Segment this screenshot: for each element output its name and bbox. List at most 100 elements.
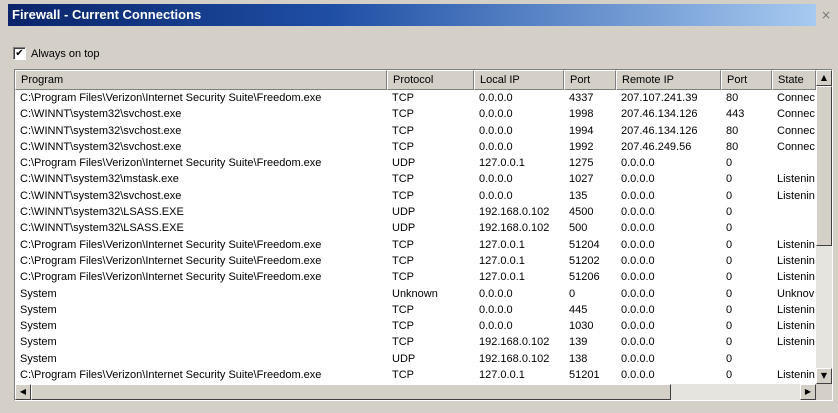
- cell-state: [772, 204, 816, 220]
- cell-protocol: TCP: [392, 238, 414, 251]
- table-row[interactable]: System Unknown 0.0.0.0 0 0.0.0.0 0 Unknov: [15, 286, 816, 302]
- cell-local-ip: 192.168.0.102: [479, 206, 550, 219]
- cell-local-port: 1998: [569, 108, 594, 121]
- table-row[interactable]: System TCP 192.168.0.102 139 0.0.0.0 0 Listeni…: [15, 334, 816, 350]
- column-header-local-port[interactable]: Port: [564, 70, 616, 90]
- table-row[interactable]: C:\WINNT\system32\LSASS.EXE UDP 192.168.0.…: [15, 204, 816, 220]
- cell-remote-ip: 0.0.0.0: [621, 287, 655, 300]
- table-row[interactable]: C:\Program Files\Verizon\Internet Securi…: [15, 155, 816, 171]
- cell-remote-ip: 207.46.134.126: [621, 108, 698, 121]
- cell-remote-port: 0: [726, 254, 733, 267]
- table-row[interactable]: C:\WINNT\system32\svchost.exe TCP 0.0.0.0 1…: [15, 188, 816, 204]
- connections-list[interactable]: Program Protocol Local IP Port Remote IP…: [14, 69, 833, 401]
- cell-protocol: TCP: [392, 369, 414, 382]
- column-header-local-ip[interactable]: Local IP: [474, 70, 564, 90]
- vertical-scrollbar[interactable]: ▲ ▼: [816, 70, 832, 384]
- cell-protocol: TCP: [392, 140, 414, 153]
- cell-program: C:\WINNT\system32\svchost.exe: [20, 108, 182, 121]
- table-row[interactable]: C:\Program Files\Verizon\Internet Securi…: [15, 237, 816, 253]
- column-header-state[interactable]: State: [772, 70, 816, 90]
- close-icon[interactable]: ×: [820, 9, 832, 21]
- cell-protocol: TCP: [392, 254, 414, 267]
- cell-protocol: TCP: [392, 271, 414, 284]
- scroll-down-icon[interactable]: ▼: [816, 368, 832, 384]
- cell-remote-port: 0: [726, 271, 733, 284]
- firewall-window: Firewall - Current Connections × ✔ Alway…: [0, 0, 838, 413]
- table-row[interactable]: C:\WINNT\system32\LSASS.EXE UDP 192.168.0.…: [15, 220, 816, 236]
- cell-local-ip: 0.0.0.0: [479, 124, 513, 137]
- cell-local-ip: 127.0.0.1: [479, 254, 525, 267]
- cell-program: C:\Program Files\Verizon\Internet Securi…: [20, 157, 322, 170]
- cell-local-ip: 0.0.0.0: [479, 173, 513, 186]
- cell-remote-ip: 0.0.0.0: [621, 352, 655, 365]
- cell-program: C:\WINNT\system32\LSASS.EXE: [20, 206, 184, 219]
- cell-state: Connec: [777, 124, 815, 137]
- cell-remote-ip: 0.0.0.0: [621, 189, 655, 202]
- cell-local-port: 1030: [569, 320, 594, 333]
- table-row[interactable]: System TCP 0.0.0.0 445 0.0.0.0 0 Listenin: [15, 302, 816, 318]
- window-title: Firewall - Current Connections: [12, 7, 202, 22]
- column-header-program[interactable]: Program: [15, 70, 387, 90]
- cell-local-ip: 192.168.0.102: [479, 352, 550, 365]
- cell-local-ip: 127.0.0.1: [479, 238, 525, 251]
- table-row[interactable]: C:\Program Files\Verizon\Internet Securi…: [15, 269, 816, 285]
- cell-state: Listenin: [777, 303, 815, 316]
- cell-protocol: TCP: [392, 108, 414, 121]
- cell-remote-port: 0: [726, 206, 733, 219]
- table-row[interactable]: System UDP 192.168.0.102 138 0.0.0.0 0: [15, 351, 816, 367]
- cell-state: Listenin: [777, 271, 815, 284]
- table-row[interactable]: C:\WINNT\system32\svchost.exe TCP 0.0.0.0 1…: [15, 123, 816, 139]
- table-row[interactable]: System TCP 0.0.0.0 1030 0.0.0.0 0 Listenin: [15, 318, 816, 334]
- cell-program: System: [20, 287, 57, 300]
- cell-remote-ip: 0.0.0.0: [621, 173, 655, 186]
- column-header-remote-ip[interactable]: Remote IP: [616, 70, 721, 90]
- horizontal-scroll-thumb[interactable]: [31, 384, 671, 400]
- connection-rows: C:\Program Files\Verizon\Internet Securi…: [15, 90, 816, 385]
- always-on-top-checkbox[interactable]: ✔ Always on top: [13, 47, 99, 60]
- table-row[interactable]: C:\Program Files\Verizon\Internet Securi…: [15, 367, 816, 383]
- cell-remote-port: 0: [726, 238, 733, 251]
- cell-local-port: 1994: [569, 124, 594, 137]
- cell-program: C:\Program Files\Verizon\Internet Securi…: [20, 92, 322, 104]
- scroll-right-icon[interactable]: ▶: [800, 384, 816, 400]
- cell-protocol: TCP: [392, 173, 414, 186]
- table-row[interactable]: C:\WINNT\system32\svchost.exe TCP 0.0.0.0 1…: [15, 106, 816, 122]
- cell-remote-ip: 207.46.134.126: [621, 124, 698, 137]
- cell-remote-ip: 0.0.0.0: [621, 336, 655, 349]
- cell-protocol: UDP: [392, 157, 416, 170]
- cell-remote-ip: 0.0.0.0: [621, 254, 655, 267]
- cell-remote-ip: 0.0.0.0: [621, 303, 655, 316]
- cell-program: C:\Program Files\Verizon\Internet Securi…: [20, 271, 322, 284]
- cell-local-port: 500: [569, 222, 588, 235]
- cell-local-ip: 0.0.0.0: [479, 140, 513, 153]
- cell-local-ip: 0.0.0.0: [479, 320, 513, 333]
- column-header-remote-port[interactable]: Port: [721, 70, 772, 90]
- table-row[interactable]: C:\Program Files\Verizon\Internet Securi…: [15, 90, 816, 106]
- checkbox-box[interactable]: ✔: [13, 47, 26, 60]
- cell-remote-port: 80: [726, 124, 739, 137]
- table-row[interactable]: C:\Program Files\Verizon\Internet Securi…: [15, 253, 816, 269]
- vertical-scroll-thumb[interactable]: [816, 86, 832, 246]
- cell-state: [772, 351, 816, 367]
- cell-local-port: 1027: [569, 173, 594, 186]
- cell-remote-port: 0: [726, 222, 733, 235]
- cell-program: C:\WINNT\system32\mstask.exe: [20, 173, 179, 186]
- cell-remote-ip: 207.46.249.56: [621, 140, 692, 153]
- cell-protocol: UDP: [392, 352, 416, 365]
- horizontal-scrollbar[interactable]: ◀ ▶: [15, 384, 816, 400]
- cell-remote-ip: 207.107.241.39: [621, 92, 698, 104]
- cell-remote-port: 0: [726, 189, 733, 202]
- cell-program: System: [20, 336, 57, 349]
- cell-local-ip: 192.168.0.102: [479, 336, 550, 349]
- table-row[interactable]: C:\WINNT\system32\svchost.exe TCP 0.0.0.0 1…: [15, 139, 816, 155]
- cell-local-ip: 127.0.0.1: [479, 369, 525, 382]
- cell-local-ip: 0.0.0.0: [479, 189, 513, 202]
- cell-local-ip: 0.0.0.0: [479, 92, 513, 104]
- table-row[interactable]: C:\WINNT\system32\mstask.exe TCP 0.0.0.0 10…: [15, 171, 816, 187]
- scroll-up-icon[interactable]: ▲: [816, 70, 832, 86]
- cell-protocol: Unknown: [392, 287, 438, 300]
- cell-remote-port: 0: [726, 173, 733, 186]
- cell-state: Listenin: [777, 173, 815, 186]
- column-header-protocol[interactable]: Protocol: [387, 70, 474, 90]
- scroll-left-icon[interactable]: ◀: [15, 384, 31, 400]
